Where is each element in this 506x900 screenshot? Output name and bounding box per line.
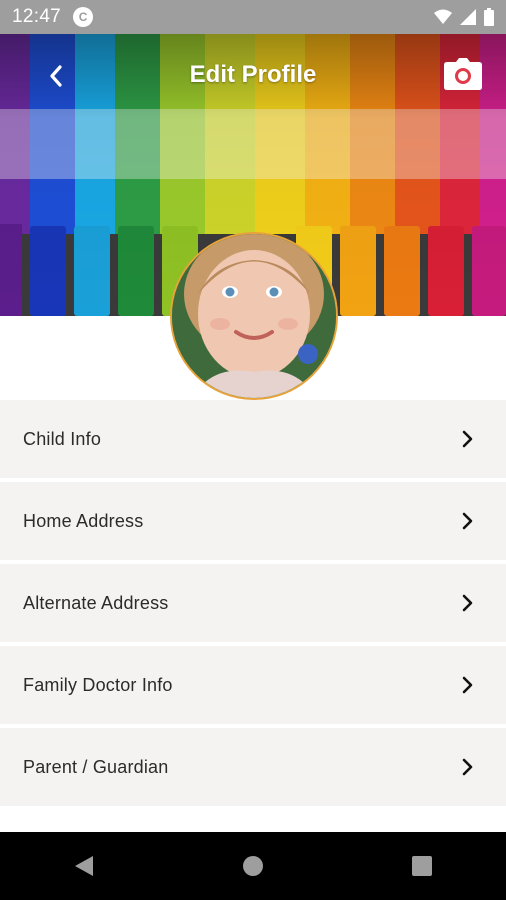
status-icons xyxy=(434,8,494,26)
camera-icon xyxy=(444,58,482,90)
system-nav-bar xyxy=(0,832,506,900)
menu-item-family-doctor-info[interactable]: Family Doctor Info xyxy=(0,646,506,724)
change-cover-photo-button[interactable] xyxy=(444,58,482,90)
signal-icon xyxy=(460,9,476,25)
status-bar: 12:47 C xyxy=(0,0,506,34)
chevron-right-icon xyxy=(458,430,476,448)
menu-item-label: Parent / Guardian xyxy=(23,756,169,777)
profile-avatar[interactable] xyxy=(170,232,338,400)
nav-home-button[interactable] xyxy=(233,846,273,886)
chevron-right-icon xyxy=(458,594,476,612)
menu-item-home-address[interactable]: Home Address xyxy=(0,482,506,560)
battery-icon xyxy=(484,8,494,26)
menu-item-child-info[interactable]: Child Info xyxy=(0,400,506,478)
app-notification-icon: C xyxy=(73,7,94,27)
menu-item-label: Home Address xyxy=(23,510,144,531)
chevron-right-icon xyxy=(458,758,476,776)
menu-item-label: Child Info xyxy=(23,428,102,449)
home-circle-icon xyxy=(242,856,263,876)
chevron-right-icon xyxy=(458,676,476,694)
page-title: Edit Profile xyxy=(189,61,317,88)
profile-menu: Child Info Home Address Alternate Addres… xyxy=(0,400,506,810)
recents-square-icon xyxy=(411,856,432,876)
status-time: 12:47 xyxy=(12,6,62,27)
nav-back-button[interactable] xyxy=(64,846,104,886)
nav-recents-button[interactable] xyxy=(402,846,442,886)
menu-item-alternate-address[interactable]: Alternate Address xyxy=(0,564,506,642)
menu-item-label: Alternate Address xyxy=(23,592,169,613)
back-triangle-icon xyxy=(75,856,94,876)
menu-item-parent-guardian[interactable]: Parent / Guardian xyxy=(0,728,506,806)
menu-item-label: Family Doctor Info xyxy=(23,674,173,695)
wifi-icon xyxy=(434,9,452,24)
chevron-right-icon xyxy=(458,512,476,530)
